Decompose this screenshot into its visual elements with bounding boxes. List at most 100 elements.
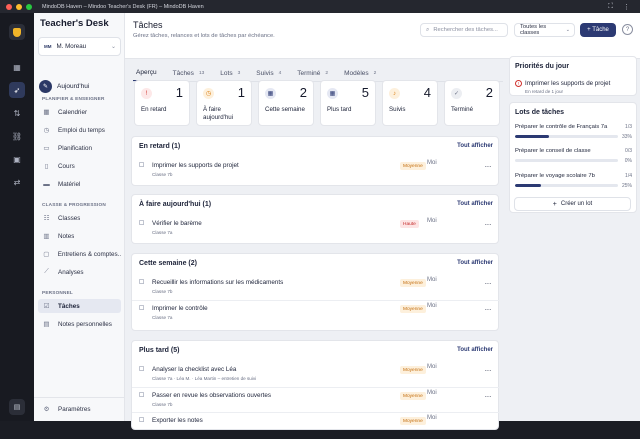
- stat-value: 5: [361, 85, 369, 100]
- show-all-link[interactable]: Tout afficher: [457, 201, 493, 207]
- sidebar-item-classes[interactable]: ☷ Classes: [38, 211, 121, 225]
- sidebar-item-cours[interactable]: ▯ Cours: [38, 159, 121, 173]
- chat-icon: ▢: [43, 251, 50, 258]
- rail-sort-icon[interactable]: ⇅: [9, 105, 25, 121]
- class-filter-select[interactable]: Toutes les classes ⌄: [514, 23, 575, 37]
- sidebar-item-taches[interactable]: ☑ Tâches: [38, 299, 121, 313]
- user-switcher[interactable]: MM M. Moreau ⌄: [38, 37, 121, 56]
- page-subtitle: Gérez tâches, relances et lots de tâches…: [133, 33, 275, 39]
- checkbox-icon[interactable]: [139, 305, 144, 310]
- lot-item[interactable]: Préparer le contrôle de Français 7a 1/3 …: [515, 124, 632, 148]
- rail-rocket-icon[interactable]: ➶: [9, 82, 25, 98]
- more-icon[interactable]: ⋮: [623, 3, 630, 11]
- sidebar-item-materiel[interactable]: ▬ Matériel: [38, 177, 121, 191]
- search-input[interactable]: ⌕ Rechercher des tâches...: [420, 23, 508, 37]
- stat-card-plus-tard[interactable]: ▦ 5 Plus tard: [320, 80, 376, 126]
- stat-card-termine[interactable]: ✓ 2 Terminé: [444, 80, 500, 126]
- sidebar-item-analyses[interactable]: ⟋ Analyses: [38, 265, 121, 279]
- task-row[interactable]: Passer en revue les observations ouverte…: [132, 387, 500, 414]
- sidebar-item-planification[interactable]: ▭ Planification: [38, 141, 121, 155]
- lot-title: Préparer le voyage scolaire 7b: [515, 173, 595, 179]
- sidebar-item-entretiens[interactable]: ▢ Entretiens & comptes...: [38, 247, 121, 261]
- more-options-icon[interactable]: ···: [485, 305, 492, 314]
- lot-item[interactable]: Préparer le conseil de classe 0/3 0%: [515, 148, 632, 172]
- sidebar-item-notes-personnelles[interactable]: ▤ Notes personnelles: [38, 317, 121, 331]
- task-row[interactable]: Recueillir les informations sur les médi…: [132, 275, 500, 302]
- settings-link[interactable]: ⚙ Paramètres: [38, 402, 121, 416]
- folder-icon: ▬: [43, 180, 50, 188]
- sidebar-item-emploi-du-temps[interactable]: ◷ Emploi du temps: [38, 123, 121, 137]
- task-row[interactable]: Vérifier le barème Classe 7a Haute Moi ·…: [132, 216, 500, 243]
- more-options-icon[interactable]: ···: [485, 220, 492, 229]
- window-controls[interactable]: [6, 3, 32, 10]
- note-icon: ▤: [43, 321, 50, 328]
- tab-count: 3: [237, 70, 241, 76]
- help-icon[interactable]: ?: [622, 24, 633, 35]
- checkbox-icon[interactable]: [139, 392, 144, 397]
- task-assignee: Moi: [427, 364, 437, 370]
- task-row[interactable]: Exporter les notes Moyenne Moi: [132, 412, 500, 439]
- rail-calendar-icon[interactable]: ▣: [9, 151, 25, 167]
- expand-icon[interactable]: ⛶: [608, 3, 613, 11]
- rail-grid-icon[interactable]: ▦: [9, 59, 25, 75]
- rail-panel-icon[interactable]: ▤: [9, 399, 25, 415]
- task-row[interactable]: Imprimer les supports de projet Classe 7…: [132, 158, 500, 185]
- page-header: Tâches Gérez tâches, relances et lots de…: [125, 13, 640, 59]
- create-lot-button[interactable]: + Créer un lot: [514, 197, 631, 211]
- task-row[interactable]: Imprimer le contrôle Classe 7a Moyenne M…: [132, 300, 500, 327]
- tab-count: 2: [373, 70, 377, 76]
- tab-taches[interactable]: Tâches 13: [170, 65, 208, 81]
- create-lot-label: Créer un lot: [560, 201, 593, 207]
- close-window-button[interactable]: [6, 3, 12, 10]
- sidebar-item-label: Emploi du temps: [58, 126, 105, 134]
- new-task-button[interactable]: + Tâche: [580, 23, 616, 37]
- rail-swap-icon[interactable]: ⇄: [9, 174, 25, 190]
- sidebar-item-label: Tâches: [58, 302, 80, 310]
- task-row[interactable]: Analyser la checklist avec Léa Classe 7a…: [132, 362, 500, 389]
- tab-suivis[interactable]: Suivis 4: [253, 65, 284, 81]
- tab-modeles[interactable]: Modèles 2: [341, 65, 379, 81]
- group-card-aujourdhui: À faire aujourd'hui (1) Tout afficher Vé…: [131, 194, 499, 244]
- lot-count: 1/3: [625, 124, 632, 130]
- sidebar-item-calendrier[interactable]: ▦ Calendrier: [38, 105, 121, 119]
- more-options-icon[interactable]: ···: [485, 366, 492, 375]
- tab-termine[interactable]: Terminé 2: [294, 65, 331, 81]
- book-icon: ▯: [44, 163, 49, 170]
- user-name: M. Moreau: [56, 43, 87, 50]
- task-assignee: Moi: [427, 218, 437, 224]
- more-options-icon[interactable]: ···: [485, 392, 492, 401]
- today-link[interactable]: ✎ Aujourd'hui: [39, 80, 89, 93]
- checkbox-icon[interactable]: [139, 220, 144, 225]
- show-all-link[interactable]: Tout afficher: [457, 260, 493, 266]
- more-options-icon[interactable]: ···: [485, 279, 492, 288]
- stat-card-cette-semaine[interactable]: ▦ 2 Cette semaine: [258, 80, 314, 126]
- checkbox-icon[interactable]: [139, 417, 144, 422]
- show-all-link[interactable]: Tout afficher: [457, 347, 493, 353]
- tab-apercu[interactable]: Aperçu: [133, 65, 160, 81]
- group-card-plus-tard: Plus tard (5) Tout afficher Analyser la …: [131, 340, 500, 430]
- minimize-window-button[interactable]: [16, 3, 22, 10]
- rail-link-icon[interactable]: ⛓: [9, 128, 25, 144]
- priority-task-title[interactable]: Imprimer les supports de projet: [525, 80, 610, 87]
- clock-icon: ◷: [203, 88, 214, 99]
- checkbox-icon[interactable]: [139, 162, 144, 167]
- tab-label: Tâches: [172, 69, 194, 77]
- tab-lots[interactable]: Lots 3: [217, 65, 243, 81]
- group-title: Cette semaine (2): [139, 260, 197, 267]
- lot-item[interactable]: Préparer le voyage scolaire 7b 1/4 25%: [515, 173, 632, 197]
- zoom-window-button[interactable]: [26, 3, 32, 10]
- priorities-title: Priorités du jour: [515, 63, 570, 70]
- timetable-icon: ◷: [43, 127, 50, 134]
- stat-card-a-faire[interactable]: ◷ 1 À faire aujourd'hui: [196, 80, 252, 126]
- group-card-en-retard: En retard (1) Tout afficher Imprimer les…: [131, 136, 499, 186]
- sidebar-item-label: Analyses: [58, 268, 84, 276]
- section-class: CLASSE & PROGRESSION: [42, 202, 106, 207]
- checkbox-icon[interactable]: [139, 279, 144, 284]
- checkbox-icon[interactable]: [139, 366, 144, 371]
- stat-card-suivis[interactable]: ♪ 4 Suivis: [382, 80, 438, 126]
- show-all-link[interactable]: Tout afficher: [457, 143, 493, 149]
- sidebar-item-notes[interactable]: ▥ Notes: [38, 229, 121, 243]
- calendar-icon: ▦: [265, 88, 276, 99]
- more-options-icon[interactable]: ···: [485, 162, 492, 171]
- stat-card-en-retard[interactable]: ! 1 En retard: [134, 80, 190, 126]
